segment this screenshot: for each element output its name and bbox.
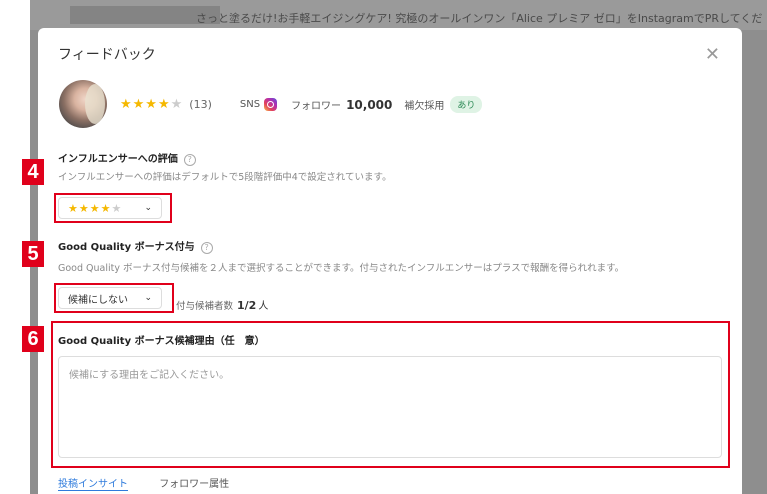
bonus-candidate-count: 付与候補者数 1/2 人	[176, 299, 269, 312]
bonus-title: Good Quality ボーナス付与?	[58, 238, 213, 254]
tab-post-insight[interactable]: 投稿インサイト	[58, 475, 128, 491]
tab-bar: 投稿インサイト フォロワー属性	[58, 475, 257, 491]
followers-value: 10,000	[346, 97, 393, 112]
close-icon[interactable]: ✕	[705, 44, 720, 65]
sns-label: SNS	[239, 99, 261, 110]
bonus-description: Good Quality ボーナス付与候補を２人まで選択することができます。付与…	[58, 263, 625, 274]
review-count: (13)	[189, 98, 212, 111]
background-banner-text: さっと塗るだけ!お手軽エイジングケア! 究極のオールインワン「Alice プレミ…	[196, 12, 762, 25]
annotation-box-4	[54, 193, 172, 223]
influencer-rating-title: インフルエンサーへの評価?	[58, 150, 196, 166]
hoketsu-label: 補欠採用	[404, 101, 445, 112]
help-icon[interactable]: ?	[200, 242, 213, 254]
influencer-avatar	[59, 80, 107, 128]
annotation-number-6: 6	[22, 326, 44, 352]
profile-summary: ★★★★★ (13) SNS フォロワー 10,000 補欠採用 あり	[120, 96, 483, 113]
followers-label: フォロワー	[291, 101, 342, 112]
instagram-icon	[264, 98, 278, 111]
annotation-box-6	[51, 321, 730, 468]
annotation-box-5	[54, 283, 174, 313]
annotation-number-5: 5	[22, 241, 44, 267]
rating-stars: ★★★★★	[120, 97, 184, 112]
help-icon[interactable]: ?	[183, 154, 196, 166]
tab-follower-attributes[interactable]: フォロワー属性	[159, 475, 229, 490]
modal-title: フィードバック	[58, 47, 156, 63]
annotation-number-4: 4	[22, 159, 44, 185]
influencer-rating-description: インフルエンサーへの評価はデフォルトで5段階評価中4で設定されています。	[58, 172, 392, 183]
hoketsu-badge: あり	[450, 96, 483, 113]
